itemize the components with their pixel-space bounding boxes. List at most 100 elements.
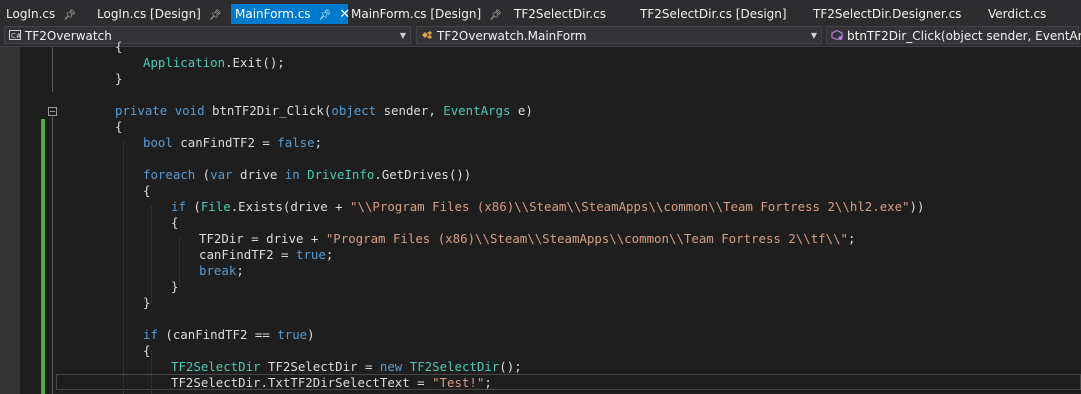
tab-login-cs[interactable]: LogIn.cs 📌︎ — [6, 4, 76, 24]
pin-icon[interactable]: 📌︎ — [489, 6, 502, 26]
code-token: { — [143, 343, 151, 358]
tab-tf2selectdir-designer[interactable]: TF2SelectDir.Designer.cs — [813, 4, 961, 24]
code-token: TF2SelectDir.TxtTF2DirSelectText = — [171, 375, 433, 390]
code-token: break — [199, 263, 237, 278]
code-token: { — [115, 119, 123, 134]
code-token: "Program Files (x86)\\Steam\\SteamApps\\… — [325, 231, 849, 246]
code-token: } — [115, 71, 123, 86]
code-token: .GetDrives()) — [374, 167, 472, 182]
code-token: .Exit(); — [225, 55, 285, 70]
code-token: Application — [143, 55, 226, 70]
code-token: "Test!" — [432, 375, 485, 390]
outline-line — [52, 117, 53, 394]
code-token: (canFindTF2 == — [157, 327, 278, 342]
code-line: } — [115, 71, 122, 87]
code-editor-window: LogIn.cs 📌︎ LogIn.cs [Design] 📌︎ MainForm.… — [0, 0, 1081, 394]
code-token: sender, — [376, 103, 444, 118]
code-token: drive — [232, 167, 285, 182]
code-line: Application.Exit(); — [143, 55, 285, 71]
code-token: object — [331, 103, 377, 118]
class-icon — [422, 31, 432, 39]
code-line: bool canFindTF2 = false; — [143, 135, 322, 151]
code-line: { — [171, 215, 178, 231]
code-line: TF2Dir = drive + "Program Files (x86)\\S… — [199, 231, 855, 247]
code-token: ) — [307, 327, 315, 342]
code-token: canFindTF2 = — [199, 247, 296, 262]
code-token: var — [210, 167, 233, 182]
code-line: TF2SelectDir TF2SelectDir = new TF2Selec… — [171, 359, 522, 375]
code-line: { — [115, 39, 122, 55]
method-icon — [831, 30, 843, 40]
project-name: TF2Overwatch — [25, 29, 112, 43]
tab-verdict-cs[interactable]: Verdict.cs — [988, 4, 1046, 24]
pin-icon[interactable]: 📌︎ — [319, 6, 332, 26]
project-dropdown[interactable]: C# TF2Overwatch ▼ — [4, 26, 411, 44]
code-token: ; — [325, 247, 334, 262]
change-tracking-bar — [41, 119, 45, 394]
code-editor[interactable]: { Application.Exit(); } private void btn… — [0, 39, 1081, 394]
code-token: void — [174, 103, 205, 118]
code-token: false — [277, 135, 315, 150]
code-token: ; — [848, 231, 856, 246]
code-token: TF2SelectDir — [409, 359, 500, 374]
code-line: canFindTF2 = true; — [199, 247, 333, 263]
code-token: private — [115, 103, 168, 118]
code-line: private void btnTF2Dir_Click(object send… — [115, 103, 533, 119]
code-token: DriveInfo — [307, 167, 375, 182]
member-name: btnTF2Dir_Click(object sender, EventArgs… — [847, 29, 1081, 43]
editor-gutter — [0, 47, 20, 394]
code-token: .Exists(drive + — [230, 199, 351, 214]
code-token: TF2SelectDir = — [260, 359, 380, 374]
code-line: if (canFindTF2 == true) — [143, 327, 315, 343]
tab-label: MainForm.cs — [235, 7, 311, 21]
code-token: } — [143, 295, 151, 310]
tab-tf2selectdir-cs[interactable]: TF2SelectDir.cs — [514, 4, 606, 24]
code-token: (); — [499, 359, 522, 374]
collapse-icon[interactable] — [48, 107, 57, 116]
pin-icon[interactable]: 📌︎ — [63, 6, 76, 26]
code-line: { — [115, 119, 122, 135]
code-token: ( — [185, 199, 201, 214]
csharp-project-icon: C# — [9, 30, 21, 40]
code-token: true — [277, 327, 308, 342]
code-token: { — [143, 183, 151, 198]
tab-label: LogIn.cs [Design] — [97, 7, 201, 21]
code-token: EventArgs — [443, 103, 511, 118]
tab-label: LogIn.cs — [6, 7, 56, 21]
type-dropdown[interactable]: TF2Overwatch.MainForm ▼ — [416, 26, 822, 44]
code-token: if — [171, 199, 186, 214]
indent-guide — [179, 239, 180, 287]
code-token: TF2Dir = drive + — [199, 231, 326, 246]
chevron-down-icon: ▼ — [810, 31, 817, 40]
tab-tf2selectdir-design[interactable]: TF2SelectDir.cs [Design] — [640, 4, 787, 24]
code-token: in — [284, 167, 300, 182]
code-line: } — [171, 279, 178, 295]
outline-line — [52, 47, 53, 92]
code-token: } — [171, 279, 179, 294]
code-token: ; — [314, 135, 323, 150]
code-token: "\\Program Files (x86)\\Steam\\SteamApps… — [350, 199, 910, 214]
code-token: btnTF2Dir_Click( — [204, 103, 332, 118]
code-token: ; — [236, 263, 244, 278]
tab-mainform-design[interactable]: MainForm.cs [Design] 📌︎ — [351, 4, 502, 24]
indent-guide — [151, 207, 152, 303]
tab-login-design[interactable]: LogIn.cs [Design] 📌︎ — [97, 4, 222, 24]
type-name: TF2Overwatch.MainForm — [437, 29, 587, 43]
code-token: if — [143, 327, 158, 342]
code-token: foreach — [143, 167, 196, 182]
tab-label: TF2SelectDir.cs — [514, 7, 606, 21]
member-dropdown[interactable]: btnTF2Dir_Click(object sender, EventArgs… — [826, 26, 1081, 44]
code-token: { — [171, 215, 179, 230]
tab-mainform-cs[interactable]: MainForm.cs 📌︎ ✕ — [231, 4, 350, 26]
tab-label: TF2SelectDir.Designer.cs — [813, 7, 962, 21]
pin-icon[interactable]: 📌︎ — [209, 6, 222, 26]
navigation-bar: C# TF2Overwatch ▼ TF2Overwatch.MainForm … — [0, 24, 1081, 47]
code-line: if (File.Exists(drive + "\\Program Files… — [171, 199, 924, 215]
tab-label: TF2SelectDir.cs [Design] — [640, 7, 787, 21]
code-token: bool — [143, 135, 173, 150]
close-icon[interactable]: ✕ — [339, 5, 350, 25]
tab-label: MainForm.cs [Design] — [351, 7, 482, 21]
document-tab-strip: LogIn.cs 📌︎ LogIn.cs [Design] 📌︎ MainForm.… — [0, 0, 1081, 24]
code-token: new — [379, 359, 403, 374]
